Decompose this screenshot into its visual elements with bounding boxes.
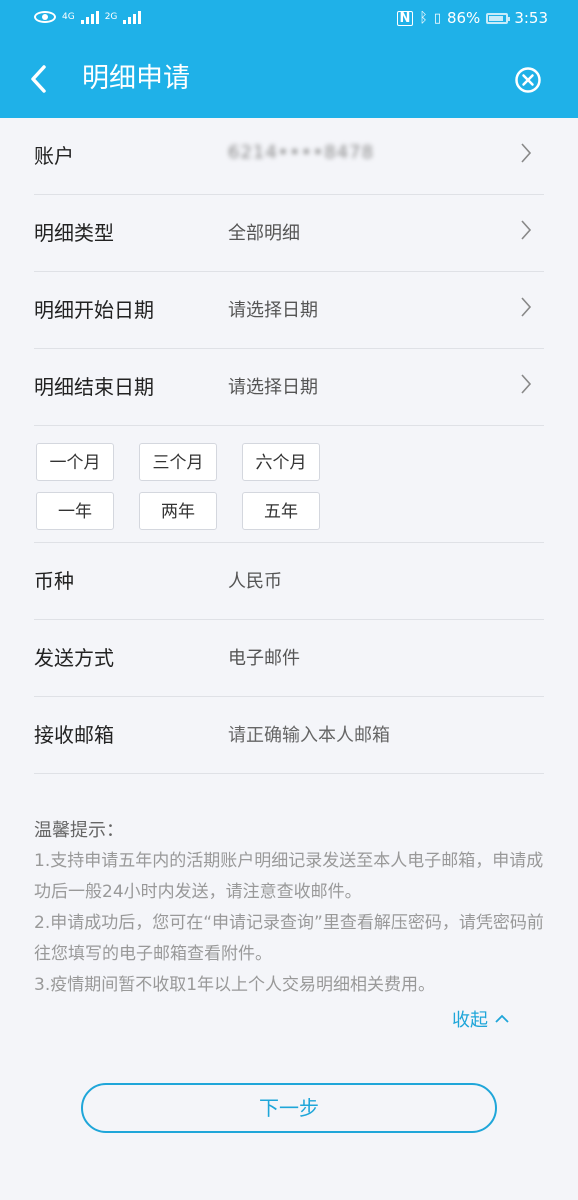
chevron-right-icon	[521, 374, 532, 394]
network-type-2: 2G	[104, 11, 118, 22]
period-six-months-button[interactable]: 六个月	[242, 443, 320, 481]
nfc-icon: N	[396, 10, 414, 26]
vibrate-icon: ▯	[433, 10, 441, 26]
close-icon[interactable]	[514, 66, 542, 94]
chevron-right-icon	[521, 297, 532, 317]
battery-icon	[486, 12, 511, 24]
currency-row[interactable]: 币种 人民币	[34, 543, 544, 620]
send-method-row[interactable]: 发送方式 电子邮件	[34, 620, 544, 697]
start-date-placeholder: 请选择日期	[228, 300, 318, 321]
chevron-up-icon	[495, 1014, 509, 1023]
bluetooth-icon: ᛒ	[419, 10, 428, 26]
end-date-label: 明细结束日期	[34, 375, 154, 399]
page-title: 明细申请	[82, 63, 190, 94]
account-row[interactable]: 账户 6214••••8478	[34, 118, 544, 195]
detail-type-value: 全部明细	[228, 223, 300, 244]
email-row[interactable]: 接收邮箱 请正确输入本人邮箱	[34, 697, 544, 774]
start-date-row[interactable]: 明细开始日期 请选择日期	[34, 272, 544, 349]
network-type-1: 4G	[62, 11, 75, 22]
tip-item: 3.疫情期间暂不收取1年以上个人交易明细相关费用。	[34, 975, 436, 995]
period-one-month-button[interactable]: 一个月	[36, 443, 114, 481]
detail-type-row[interactable]: 明细类型 全部明细	[34, 195, 544, 272]
collapse-label: 收起	[452, 1010, 488, 1031]
send-method-label: 发送方式	[34, 646, 114, 670]
tip-item: 1.支持申请五年内的活期账户明细记录发送至本人电子邮箱，申请成功后一般24小时内…	[34, 851, 544, 902]
email-label: 接收邮箱	[34, 723, 114, 747]
status-left: 4G 2G	[34, 10, 142, 24]
currency-value: 人民币	[228, 571, 282, 592]
send-method-value: 电子邮件	[228, 648, 300, 669]
period-two-years-button[interactable]: 两年	[139, 492, 217, 530]
period-three-months-button[interactable]: 三个月	[139, 443, 217, 481]
end-date-row[interactable]: 明细结束日期 请选择日期	[34, 349, 544, 426]
signal-icon	[80, 10, 99, 24]
eye-comfort-icon	[34, 11, 56, 23]
tips-title: 温馨提示：	[34, 820, 124, 841]
tips-section: 温馨提示： 1.支持申请五年内的活期账户明细记录发送至本人电子邮箱，申请成功后一…	[34, 816, 544, 1001]
start-date-label: 明细开始日期	[34, 298, 154, 322]
chevron-right-icon	[521, 143, 532, 163]
back-icon[interactable]	[26, 62, 54, 96]
tip-item: 2.申请成功后，您可在“申请记录查询”里查看解压密码，请凭密码前往您填写的电子邮…	[34, 913, 544, 964]
period-one-year-button[interactable]: 一年	[36, 492, 114, 530]
battery-percent: 86%	[446, 9, 481, 27]
period-five-years-button[interactable]: 五年	[242, 492, 320, 530]
battery-level	[489, 15, 504, 21]
signal-icon-2	[123, 10, 142, 24]
currency-label: 币种	[34, 569, 74, 593]
chevron-right-icon	[521, 220, 532, 240]
clock: 3:53	[514, 9, 548, 27]
next-button[interactable]: 下一步	[81, 1083, 497, 1133]
status-bar: 4G 2G N ᛒ ▯ 86% 3:53	[0, 0, 578, 40]
email-input[interactable]: 请正确输入本人邮箱	[228, 721, 390, 747]
end-date-placeholder: 请选择日期	[228, 377, 318, 398]
status-right: N ᛒ ▯ 86% 3:53	[396, 9, 548, 27]
account-label: 账户	[34, 144, 74, 168]
collapse-button[interactable]: 收起	[452, 1006, 510, 1032]
nav-bar: 明细申请	[0, 40, 578, 118]
detail-type-label: 明细类型	[34, 221, 114, 245]
account-value: 6214••••8478	[228, 142, 375, 163]
